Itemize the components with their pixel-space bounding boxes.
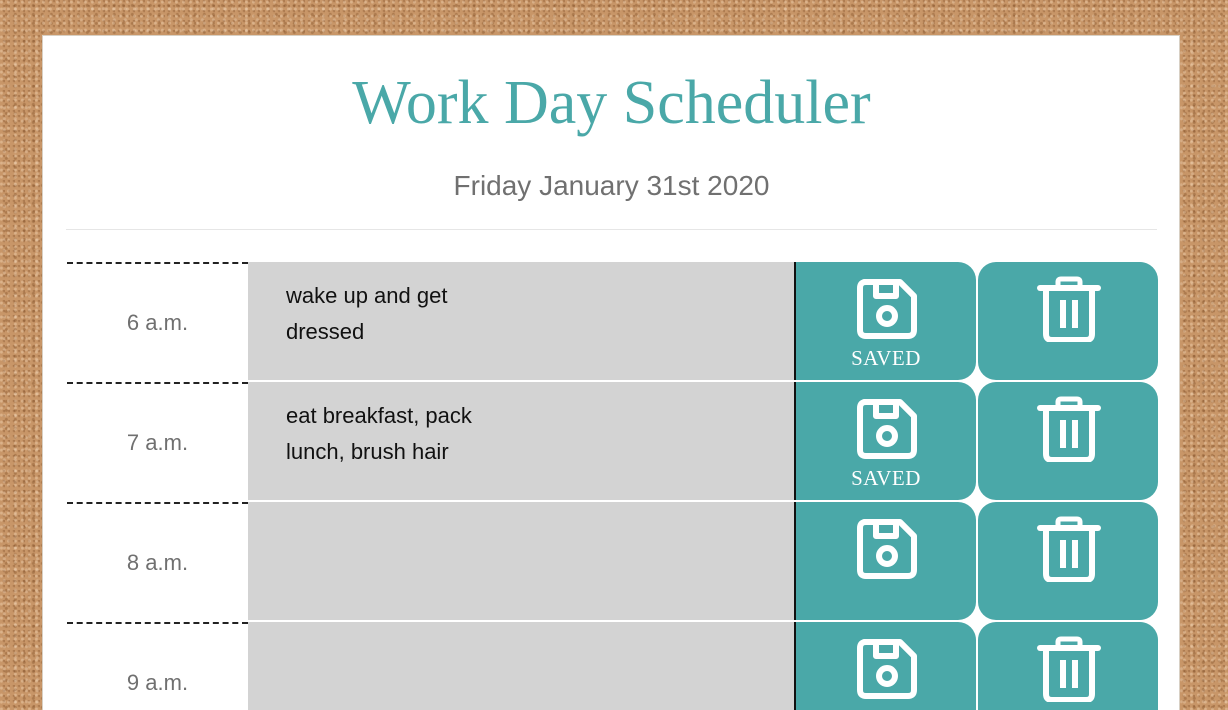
trash-icon: [1037, 276, 1101, 342]
delete-button[interactable]: [978, 622, 1158, 710]
delete-button[interactable]: [978, 502, 1158, 620]
hour-label: 6 a.m.: [67, 262, 248, 382]
hour-label: 9 a.m.: [67, 622, 248, 710]
floppy-disk-icon: [857, 279, 917, 339]
task-textarea[interactable]: [248, 622, 796, 710]
page-header: Work Day Scheduler Friday January 31st 2…: [66, 36, 1157, 230]
hour-label: 8 a.m.: [67, 502, 248, 622]
task-textarea[interactable]: [248, 502, 796, 620]
time-block-list: 6 a.m. wake up and get dressed SAVED 7 a…: [67, 262, 1158, 710]
hour-label: 7 a.m.: [67, 382, 248, 502]
floppy-disk-icon: [857, 399, 917, 459]
time-block-row: 7 a.m. eat breakfast, pack lunch, brush …: [67, 382, 1158, 502]
scheduler-card: Work Day Scheduler Friday January 31st 2…: [42, 35, 1180, 710]
delete-button[interactable]: [978, 382, 1158, 500]
floppy-disk-icon: [857, 519, 917, 579]
time-block-row: 6 a.m. wake up and get dressed SAVED: [67, 262, 1158, 382]
saved-indicator: SAVED: [851, 466, 921, 490]
save-button[interactable]: SAVED: [796, 382, 976, 500]
task-text: wake up and get dressed: [286, 283, 448, 344]
time-block-row: 8 a.m.: [67, 502, 1158, 622]
task-textarea[interactable]: wake up and get dressed: [248, 262, 796, 380]
save-button[interactable]: SAVED: [796, 262, 976, 380]
delete-button[interactable]: [978, 262, 1158, 380]
trash-icon: [1037, 516, 1101, 582]
trash-icon: [1037, 396, 1101, 462]
save-button[interactable]: [796, 502, 976, 620]
time-block-row: 9 a.m.: [67, 622, 1158, 710]
page-title: Work Day Scheduler: [352, 69, 871, 137]
floppy-disk-icon: [857, 639, 917, 699]
task-text: eat breakfast, pack lunch, brush hair: [286, 403, 472, 464]
trash-icon: [1037, 636, 1101, 702]
current-date: Friday January 31st 2020: [453, 170, 770, 201]
task-textarea[interactable]: eat breakfast, pack lunch, brush hair: [248, 382, 796, 500]
saved-indicator: SAVED: [851, 346, 921, 370]
save-button[interactable]: [796, 622, 976, 710]
